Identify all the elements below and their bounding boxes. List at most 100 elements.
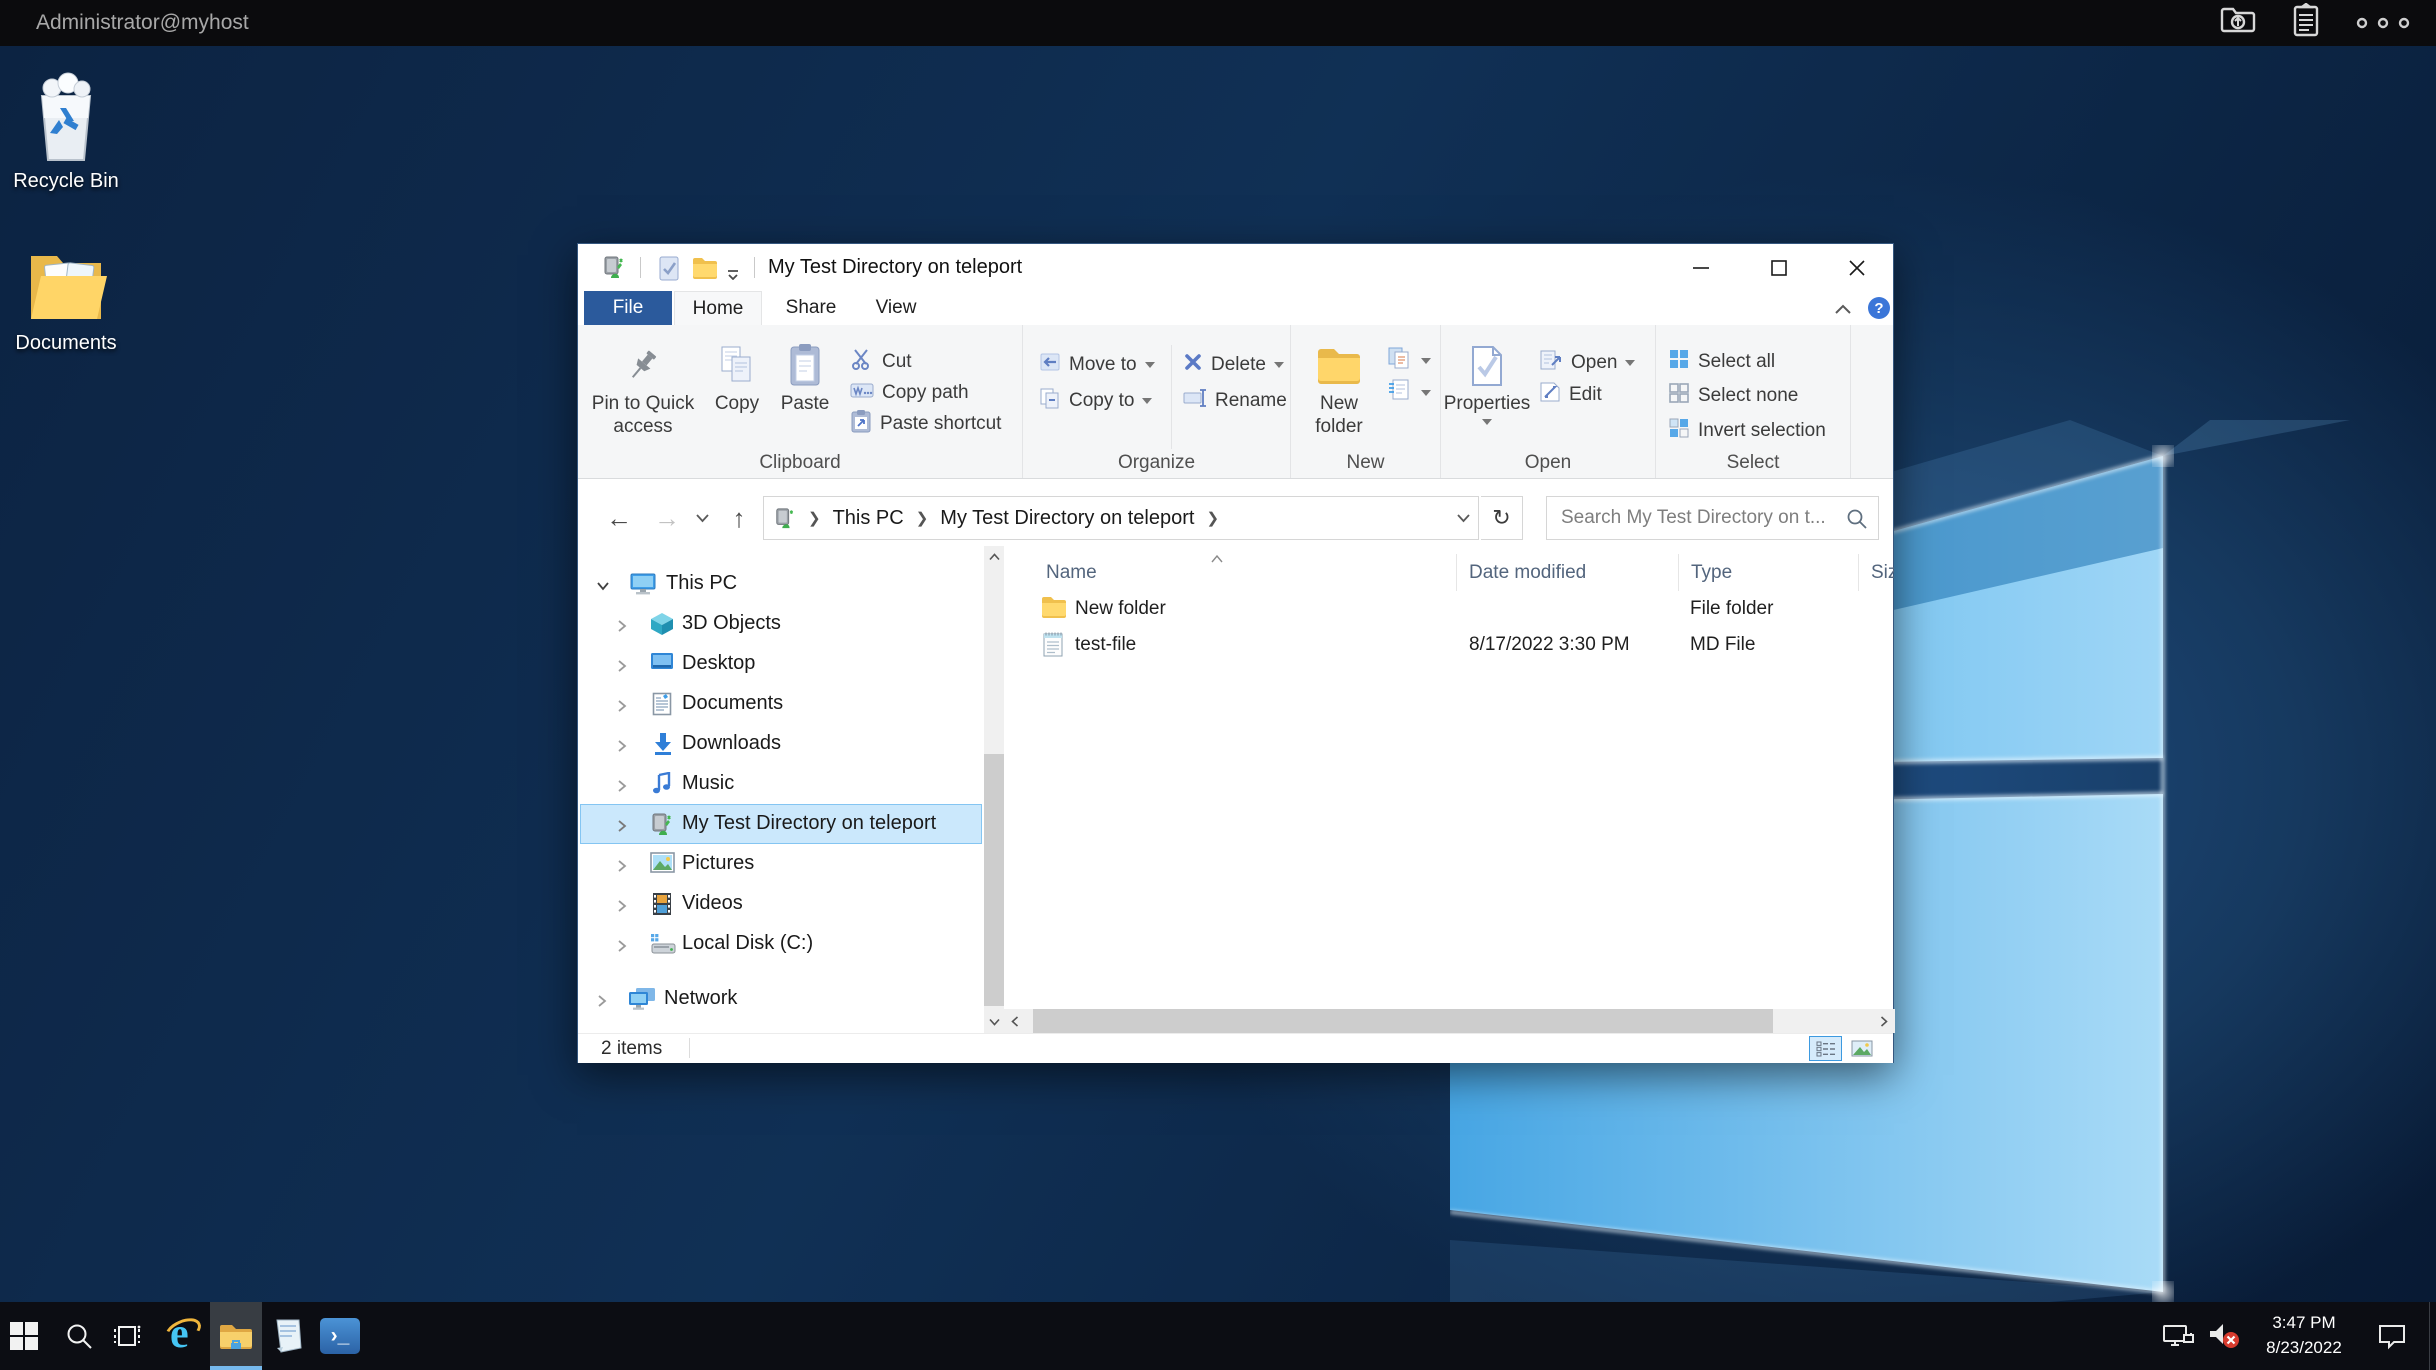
ribbon-group-new: New folder (1291, 325, 1441, 478)
scroll-up-icon[interactable] (984, 546, 1004, 568)
search-input[interactable] (1559, 499, 1839, 537)
address-bar[interactable]: ❯ This PC ❯ My Test Directory on telepor… (763, 496, 1479, 540)
edit-button[interactable]: Edit (1539, 382, 1602, 408)
help-icon[interactable]: ? (1868, 297, 1890, 319)
file-explorer-button[interactable] (210, 1302, 262, 1370)
group-label-organize: Organize (1023, 452, 1290, 474)
qat-new-folder-icon[interactable] (692, 256, 718, 286)
breadcrumb-current-folder[interactable]: My Test Directory on teleport (940, 507, 1194, 530)
chevron-right-icon[interactable] (616, 856, 628, 879)
breadcrumb-this-pc[interactable]: This PC (833, 507, 904, 530)
paste-shortcut-button[interactable]: Paste shortcut (850, 411, 1001, 437)
tray-network-icon[interactable] (2156, 1302, 2200, 1370)
column-header-type[interactable]: Type (1678, 554, 1858, 591)
nav-scrollbar[interactable] (984, 546, 1004, 1033)
start-button[interactable] (0, 1302, 48, 1370)
notepad-button[interactable] (264, 1302, 312, 1370)
select-all-button[interactable]: Select all (1668, 349, 1775, 375)
sidebar-item-desktop[interactable]: Desktop (578, 644, 982, 684)
tray-clock[interactable]: 3:47 PM 8/23/2022 (2252, 1310, 2356, 1360)
sidebar-item-this-pc[interactable]: This PC (578, 564, 982, 604)
tab-share[interactable]: Share (772, 291, 850, 325)
easy-access-button[interactable] (1387, 380, 1431, 406)
clipboard-icon[interactable] (2292, 3, 2320, 43)
scrollbar-thumb[interactable] (1033, 1009, 1773, 1033)
new-item-button[interactable] (1387, 348, 1431, 374)
column-header-name[interactable]: Name (1004, 554, 1456, 591)
more-options-icon[interactable] (2356, 11, 2410, 35)
copy-path-button[interactable]: Copy path (850, 380, 969, 406)
desktop-icon-documents[interactable]: Documents (6, 246, 126, 355)
scroll-left-icon[interactable] (1004, 1009, 1026, 1033)
scrollbar-thumb[interactable] (984, 754, 1004, 1006)
properties-button[interactable]: Properties (1443, 333, 1531, 425)
column-header-size[interactable]: Size (1858, 554, 1894, 591)
chevron-right-icon[interactable] (616, 776, 628, 799)
collapse-ribbon-icon[interactable] (1833, 300, 1853, 322)
sidebar-item-local-disk-c[interactable]: Local Disk (C:) (578, 924, 982, 964)
sidebar-item-network[interactable]: Network (578, 979, 982, 1019)
maximize-button[interactable] (1749, 244, 1809, 291)
sidebar-item-pictures[interactable]: Pictures (578, 844, 982, 884)
chevron-right-icon[interactable] (616, 616, 628, 639)
chevron-right-icon[interactable] (616, 896, 628, 919)
cut-button[interactable]: Cut (850, 349, 912, 375)
sidebar-item-downloads[interactable]: Downloads (578, 724, 982, 764)
up-button[interactable]: ↑ (720, 498, 758, 538)
sidebar-item-my-test-directory[interactable]: My Test Directory on teleport (578, 804, 982, 844)
task-view-button[interactable] (103, 1302, 151, 1370)
chevron-right-icon[interactable] (616, 696, 628, 719)
chevron-right-icon[interactable] (616, 816, 628, 839)
title-bar[interactable]: My Test Directory on teleport (578, 244, 1893, 291)
sidebar-item-videos[interactable]: Videos (578, 884, 982, 924)
chevron-right-icon[interactable] (616, 656, 628, 679)
delete-button[interactable]: Delete (1183, 352, 1284, 378)
select-none-button[interactable]: Select none (1668, 383, 1798, 409)
copy-to-button[interactable]: Copy to (1039, 388, 1152, 414)
open-icon (1539, 349, 1563, 377)
tab-home[interactable]: Home (674, 291, 762, 325)
rename-button[interactable]: Rename (1183, 388, 1287, 414)
copy-button[interactable]: Copy (706, 333, 768, 415)
paste-button[interactable]: Paste (772, 333, 838, 415)
desktop-icon-recycle-bin[interactable]: Recycle Bin (6, 72, 126, 193)
address-dropdown-chevron[interactable] (1457, 514, 1470, 523)
tab-view[interactable]: View (860, 291, 932, 325)
invert-selection-button[interactable]: Invert selection (1668, 418, 1826, 444)
move-to-button[interactable]: Move to (1039, 352, 1155, 378)
scroll-right-icon[interactable] (1873, 1009, 1895, 1033)
chevron-down-icon[interactable] (596, 576, 610, 599)
tab-file[interactable]: File (584, 291, 672, 325)
qat-properties-icon[interactable] (658, 256, 680, 287)
open-button[interactable]: Open (1539, 350, 1635, 376)
file-list-horizontal-scrollbar[interactable] (1004, 1009, 1895, 1033)
scroll-down-icon[interactable] (984, 1011, 1004, 1033)
back-button[interactable]: ← (600, 498, 638, 538)
details-view-button[interactable] (1809, 1036, 1842, 1061)
sidebar-item-3d-objects[interactable]: 3D Objects (578, 604, 982, 644)
chevron-right-icon[interactable] (616, 736, 628, 759)
action-center-icon[interactable] (2366, 1302, 2418, 1370)
recent-locations-chevron[interactable] (690, 498, 714, 538)
chevron-right-icon[interactable] (596, 991, 608, 1014)
file-transfer-icon[interactable] (2220, 5, 2256, 41)
sidebar-item-documents[interactable]: Documents (578, 684, 982, 724)
qat-customize-chevron-icon[interactable] (726, 264, 740, 286)
refresh-button[interactable]: ↻ (1481, 496, 1523, 540)
show-desktop-button[interactable] (2429, 1302, 2436, 1370)
column-header-date-modified[interactable]: Date modified (1456, 554, 1678, 591)
close-button[interactable] (1827, 244, 1887, 291)
select-none-label: Select none (1698, 385, 1798, 407)
taskbar-search-button[interactable] (55, 1302, 103, 1370)
search-icon[interactable] (1846, 508, 1868, 536)
large-icons-view-button[interactable] (1845, 1036, 1878, 1061)
forward-button[interactable]: → (648, 498, 686, 538)
pin-to-quick-access-button[interactable]: Pin to Quick access (584, 333, 702, 438)
new-folder-button[interactable]: New folder (1301, 333, 1377, 438)
powershell-button[interactable]: ›_ (316, 1302, 364, 1370)
tray-volume-muted-icon[interactable] (2202, 1302, 2248, 1370)
internet-explorer-button[interactable]: e (159, 1302, 207, 1370)
sidebar-item-music[interactable]: Music (578, 764, 982, 804)
minimize-button[interactable] (1671, 244, 1731, 291)
chevron-right-icon[interactable] (616, 936, 628, 959)
